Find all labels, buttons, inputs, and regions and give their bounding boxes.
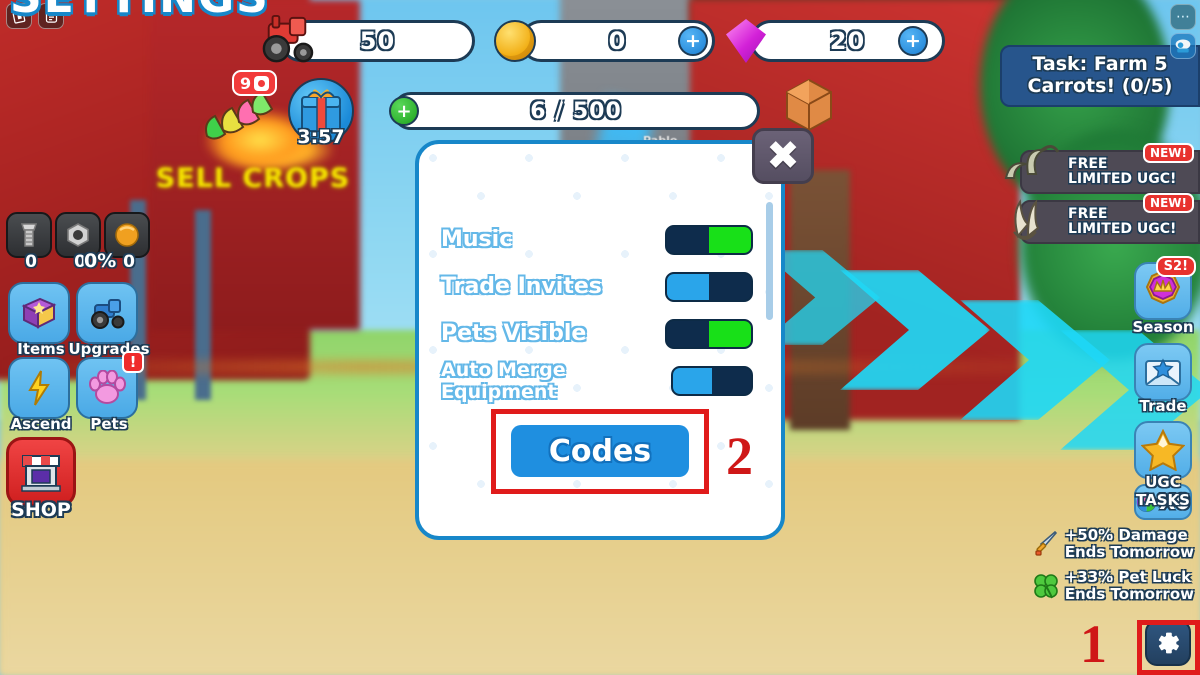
toggle-knob [672,367,712,394]
hud-label-pets: Pets [90,415,128,433]
potions-count: 9 [240,73,252,93]
side-label-season: Season [1132,318,1194,336]
currency-value-gems: 20 [829,27,866,55]
shop-icon [21,455,61,492]
boost-row-petluck: +33% Pet Luck Ends Tomorrow [1032,569,1194,603]
settings-row-trade-invites[interactable]: Trade Invites [419,263,781,310]
screw-icon [20,223,38,247]
hud-button-items[interactable]: Items [8,282,70,358]
settings-rows-list: Music Trade Invites Pets Visible Auto Me… [419,216,781,404]
gift-timer-label: 3:57 [297,126,345,148]
currency-value-tractor: 50 [359,27,396,55]
close-icon: ✖ [766,133,800,179]
ball-icon [115,223,139,247]
task-line-2: Carrots! (0/5) [1027,74,1173,97]
coins-plus-button[interactable]: + [678,26,708,56]
hud-button-pets[interactable]: ! Pets [76,351,144,433]
nut-icon [67,223,89,247]
ugc-line-2: LIMITED UGC! [1068,221,1177,237]
boost-text-petluck: +33% Pet Luck Ends Tomorrow [1065,569,1194,603]
ugc-offer-row-1[interactable]: FREE LIMITED UGC! NEW! [1004,143,1200,194]
settings-row-auto-merge[interactable]: Auto Merge Equipment [419,357,781,404]
materials-row: 0 0 0 [6,212,150,272]
ugc-new-badge-1: NEW! [1143,143,1194,163]
gems-plus-button[interactable]: + [898,26,928,56]
boost-line-1: +33% Pet Luck [1064,568,1192,586]
task-line-1: Task: Farm 5 [1032,53,1168,75]
settings-label-auto-merge: Auto Merge Equipment [441,358,566,403]
toggle-knob [709,226,751,253]
toggle-auto-merge[interactable] [670,365,753,396]
material-screw-value: 0 [25,252,37,272]
boost-line-2: Ends Tomorrow [1064,584,1194,603]
ugc-new-badge-2: NEW! [1143,193,1194,213]
side-button-ugc-tasks[interactable] [1134,421,1192,479]
bolt-icon [28,370,50,406]
side-label-ugc-tasks: UGC TASKS [1136,473,1190,509]
paw-icon [89,370,126,404]
xp-plus-button[interactable]: + [389,96,419,126]
settings-label-trade-invites: Trade Invites [441,274,602,299]
settings-row-pets-visible[interactable]: Pets Visible [419,310,781,357]
ugc-offer-row-2[interactable]: FREE LIMITED UGC! NEW! [1013,193,1200,244]
horns-ugc-icon [1004,145,1060,179]
xp-progress-bar[interactable]: 6 / 500 [392,92,760,130]
toggle-music[interactable] [665,224,753,255]
task-text: Task: Farm 5 Carrots! (0/5) [1012,53,1188,98]
material-screw[interactable]: 0 [6,212,52,272]
currency-value-coins: 0 [608,27,627,55]
settings-label-music: Music [441,227,513,252]
clover-icon [1033,573,1058,599]
claw-ugc-icon [1013,199,1040,240]
boost-row-damage: +50% Damage Ends Tomorrow [1034,527,1194,561]
sword-icon [1035,530,1057,556]
settings-label-pets-visible: Pets Visible [441,321,587,346]
boost-text-damage: +50% Damage Ends Tomorrow [1065,527,1194,561]
side-button-trade[interactable] [1134,343,1192,401]
coin-icon [494,20,536,62]
annotation-box-codes [491,409,709,494]
settings-panel-title: SETTINGS [10,0,270,23]
boost-line-1: +50% Damage [1064,526,1188,544]
annotation-number-2: 2 [726,426,753,486]
settings-row-music[interactable]: Music [419,216,781,263]
envelope-star-icon [1145,358,1181,386]
ugc-line-1: FREE [1068,205,1108,222]
camera-robot-icon[interactable] [1170,33,1196,59]
annotation-number-1: 1 [1080,614,1107,674]
settings-panel-scrollbar[interactable] [766,202,773,320]
shop-label: SHOP [11,499,71,521]
toggle-knob [667,273,709,300]
crate-icon [786,78,832,132]
hud-button-upgrades[interactable]: Upgrades [68,282,150,358]
upgrades-percent-label: 0% [84,250,117,272]
toggle-pets-visible[interactable] [665,318,753,349]
potions-count-badge: 9 [232,70,278,96]
shop-button[interactable] [6,437,76,507]
pets-alert-badge: ! [122,351,144,373]
top-right-icons: ⋯ [1170,4,1196,59]
annotation-box-settings-gear [1137,620,1200,675]
ugc-line-2: LIMITED UGC! [1068,171,1177,187]
season-badge: S2! [1155,256,1196,277]
potion-badge-dot [254,75,270,91]
book-icon [21,297,57,329]
hud-button-ascend[interactable]: Ascend [8,357,72,433]
toggle-knob [709,320,751,347]
ugc-line-1: FREE [1068,155,1108,172]
star-icon [1141,429,1185,471]
tractor-icon [91,299,125,329]
settings-close-button[interactable]: ✖ [752,128,814,184]
boost-line-2: Ends Tomorrow [1064,542,1194,561]
toggle-trade-invites[interactable] [665,271,753,302]
xp-progress-text: 6 / 500 [530,98,622,124]
ellipsis-icon[interactable]: ⋯ [1170,4,1196,30]
side-label-trade: Trade [1139,397,1187,415]
